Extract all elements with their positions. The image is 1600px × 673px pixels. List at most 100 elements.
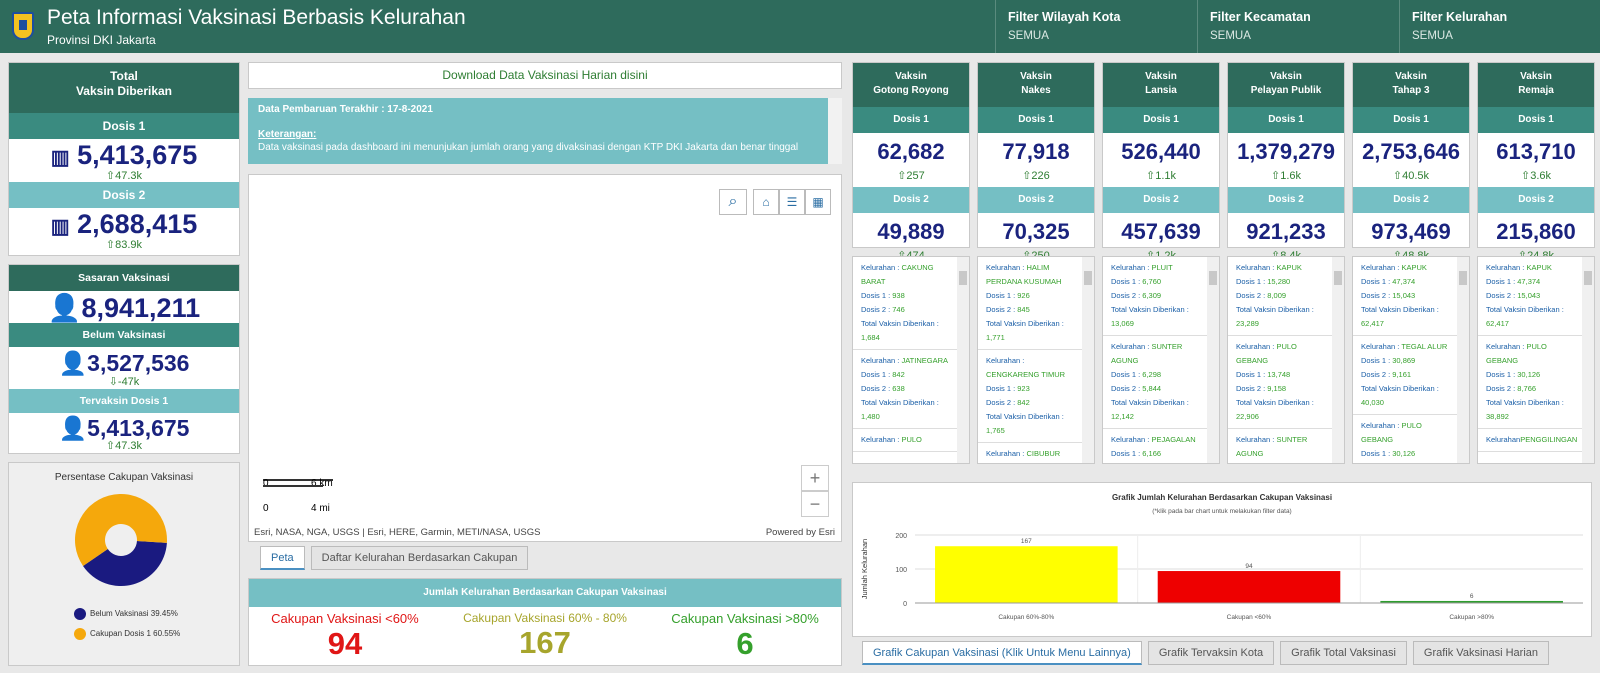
vaksin-card-title: Vaksin Lansia	[1103, 63, 1219, 107]
dosis2-label: Dosis 2	[853, 187, 969, 213]
y-tick-label: 200	[895, 533, 907, 540]
list-item[interactable]: Kelurahan : KAPUK Dosis 1 : 47,374 Dosis 2…	[1353, 257, 1469, 336]
tervaksin-delta: ⇧47.3k	[105, 440, 143, 452]
list-item[interactable]: Kelurahan : TEGAL ALUR Dosis 1 : 30,869 Do…	[1353, 336, 1469, 415]
list-item[interactable]: Kelurahan : JATINEGARA Dosis 1 : 842 Dosis…	[853, 350, 969, 429]
dosis1-label: Dosis 1	[1478, 107, 1594, 133]
dosis1-label: Dosis 1	[1228, 107, 1344, 133]
filter-kecamatan[interactable]: Filter Kecamatan SEMUA	[1197, 0, 1399, 53]
list-scrollbar[interactable]	[957, 257, 969, 463]
list-item[interactable]: Kelurahan : CENGKARENG TIMUR Dosis 1 : 92…	[978, 350, 1094, 443]
basemap-gallery-icon[interactable]: ▦	[805, 189, 831, 215]
tab-peta[interactable]: Peta	[260, 546, 305, 570]
dosis2-label: Dosis 2	[1103, 187, 1219, 213]
total-dosis2-value: ▥ 2,688,415	[50, 209, 198, 239]
cakupan-over80: Cakupan Vaksinasi >80% 6	[671, 611, 819, 661]
info-panel: Data Pembaruan Terakhir : 17-8-2021 Kete…	[248, 98, 842, 164]
person-icon: 👤	[47, 293, 82, 323]
map-attribution: Esri, NASA, NGA, USGS | Esri, HERE, Garm…	[254, 527, 541, 538]
list-item[interactable]: Kelurahan : PULO GEBANG Dosis 1 : 13,748 D…	[1228, 336, 1344, 429]
legend-list-icon[interactable]: ☰	[779, 189, 805, 215]
list-scrollbar[interactable]	[1582, 257, 1594, 463]
legend-dosis1: Cakupan Dosis 1 60.55%	[74, 628, 180, 640]
filter-kelurahan[interactable]: Filter Kelurahan SEMUA	[1399, 0, 1600, 53]
list-item[interactable]: Kelurahan : SUNTER AGUNG	[1228, 429, 1344, 463]
dosis2-label: Dosis 2	[1228, 187, 1344, 213]
dosis2-value: 973,469	[1371, 219, 1451, 244]
list-item[interactable]: Kelurahan : SUNTER AGUNG Dosis 1 : 6,298 D…	[1103, 336, 1219, 429]
list-item[interactable]: Kelurahan : CAKUNG BARAT Dosis 1 : 938 Dos…	[853, 257, 969, 350]
bar-chart-panel: Grafik Jumlah Kelurahan Berdasarkan Caku…	[852, 482, 1592, 637]
scale-zero: 0	[263, 503, 269, 514]
syringe-icon: ▥	[50, 147, 70, 169]
dosis1-value: 62,682	[877, 139, 945, 164]
list-item[interactable]: Kelurahan : CIBUBUR	[978, 443, 1094, 463]
updated-text: Data Pembaruan Terakhir : 17-8-2021	[258, 104, 433, 115]
bar-0[interactable]	[935, 546, 1118, 603]
download-link[interactable]: Download Data Vaksinasi Harian disini	[248, 62, 842, 89]
list-item[interactable]: Kelurahan : KAPUK Dosis 1 : 15,280 Dosis 2…	[1228, 257, 1344, 336]
vaksin-card-title: Vaksin Nakes	[978, 63, 1094, 107]
list-scrollbar[interactable]	[1207, 257, 1219, 463]
tab-grafik-vaksinasi-harian[interactable]: Grafik Vaksinasi Harian	[1412, 641, 1550, 665]
vaksin-card-title: Vaksin Tahap 3	[1353, 63, 1469, 107]
list-scrollbar[interactable]	[1457, 257, 1469, 463]
kelurahan-list-4[interactable]: Kelurahan : KAPUK Dosis 1 : 47,374 Dosis 2…	[1352, 256, 1470, 464]
total-title-2: Vaksin Diberikan	[75, 84, 173, 98]
kelurahan-list-3[interactable]: Kelurahan : KAPUK Dosis 1 : 15,280 Dosis 2…	[1227, 256, 1345, 464]
dosis2-label: Dosis 2	[1353, 187, 1469, 213]
list-item[interactable]: Kelurahan : PEJAGALAN Dosis 1 : 6,166	[1103, 429, 1219, 463]
tab-grafik-total-vaksinasi[interactable]: Grafik Total Vaksinasi	[1280, 641, 1407, 665]
powered-by-esri[interactable]: Powered by Esri	[766, 527, 835, 538]
search-icon[interactable]: ⌕	[719, 189, 747, 215]
tab-grafik-tervaksin-kota[interactable]: Grafik Tervaksin Kota	[1147, 641, 1275, 665]
home-icon[interactable]: ⌂	[753, 189, 779, 215]
dosis2-value: 921,233	[1246, 219, 1326, 244]
info-scrollbar[interactable]	[828, 98, 842, 164]
vaksin-card-title: Vaksin Remaja	[1478, 63, 1594, 107]
bar-1[interactable]	[1157, 571, 1341, 603]
list-item[interactable]: KelurahanPENGGILINGAN	[1478, 429, 1594, 452]
list-scrollbar[interactable]	[1332, 257, 1344, 463]
pie-chart[interactable]	[9, 488, 241, 608]
list-item[interactable]: Kelurahan : PULO GEBANG Dosis 1 : 30,126 D…	[1478, 336, 1594, 429]
kelurahan-list-5[interactable]: Kelurahan : KAPUK Dosis 1 : 47,374 Dosis 2…	[1477, 256, 1595, 464]
dosis1-value: 1,379,279	[1237, 139, 1335, 164]
tervaksin-value: 👤5,413,675	[58, 415, 190, 441]
cakupan-items: Cakupan Vaksinasi <60% 94 Cakupan Vaksina…	[249, 607, 841, 662]
cakupan-summary: Jumlah Kelurahan Berdasarkan Cakupan Vak…	[248, 578, 842, 666]
vaksin-card-0: Vaksin Gotong Royong Dosis 1 62,682 ⇧257 …	[852, 62, 970, 262]
keterangan-label: Keterangan:	[258, 129, 317, 140]
list-item[interactable]: Kelurahan : PLUIT Dosis 1 : 6,760 Dosis 2 …	[1103, 257, 1219, 336]
list-scrollbar[interactable]	[1082, 257, 1094, 463]
keterangan-text: Data vaksinasi pada dashboard ini menunj…	[258, 142, 799, 153]
belum-label: Belum Vaksinasi	[9, 323, 239, 347]
dosis2-label: Dosis 2	[1478, 187, 1594, 213]
total-dosis2-delta: ⇧83.9k	[105, 239, 143, 251]
x-tick-label: Cakupan <60%	[1227, 614, 1272, 621]
x-tick-label: Cakupan 60%-80%	[998, 614, 1054, 621]
kelurahan-list-1[interactable]: Kelurahan : HALIM PERDANA KUSUMAH Dosis 1…	[977, 256, 1095, 464]
list-item[interactable]: Kelurahan : HALIM PERDANA KUSUMAH Dosis 1…	[978, 257, 1094, 350]
cakupan-under60: Cakupan Vaksinasi <60% 94	[271, 611, 419, 661]
dosis2-value: 70,325	[1002, 219, 1070, 244]
pie-card: Persentase Cakupan Vaksinasi Belum Vaksi…	[8, 462, 240, 666]
tab-grafik-cakupan[interactable]: Grafik Cakupan Vaksinasi (Klik Untuk Men…	[862, 641, 1142, 665]
kelurahan-list-0[interactable]: Kelurahan : CAKUNG BARAT Dosis 1 : 938 Dos…	[852, 256, 970, 464]
kelurahan-list-2[interactable]: Kelurahan : PLUIT Dosis 1 : 6,760 Dosis 2 …	[1102, 256, 1220, 464]
bar-chart[interactable]: 0 100 200 Jumlah Kelurahan 167 Cakupan 60%-80…	[853, 523, 1593, 633]
belum-delta: ⇩-47k	[108, 376, 140, 388]
list-item[interactable]: Kelurahan : KAPUK Dosis 1 : 47,374 Dosis 2…	[1478, 257, 1594, 336]
list-item[interactable]: Kelurahan : PULO	[853, 429, 969, 452]
person-icon: 👤	[58, 415, 88, 441]
zoom-out-button[interactable]: −	[801, 491, 829, 517]
y-tick-label: 0	[903, 601, 907, 608]
total-vaksin-card: Total Vaksin Diberikan Dosis 1 ▥ 5,413,6…	[8, 62, 240, 256]
zoom-in-button[interactable]: +	[801, 465, 829, 491]
person-icon: 👤	[58, 350, 88, 376]
dosis1-delta: ⇧1.6k	[1270, 170, 1301, 182]
tab-daftar-kelurahan[interactable]: Daftar Kelurahan Berdasarkan Cakupan	[310, 546, 529, 570]
filter-wilayah-kota[interactable]: Filter Wilayah Kota SEMUA	[995, 0, 1197, 53]
list-item[interactable]: Kelurahan : PULO GEBANG Dosis 1 : 30,126	[1353, 415, 1469, 463]
map-view[interactable]: ⌕ ⌂ ☰ ▦ + − 0 6 km 0 4 mi Esri, NASA, NG…	[248, 174, 842, 542]
